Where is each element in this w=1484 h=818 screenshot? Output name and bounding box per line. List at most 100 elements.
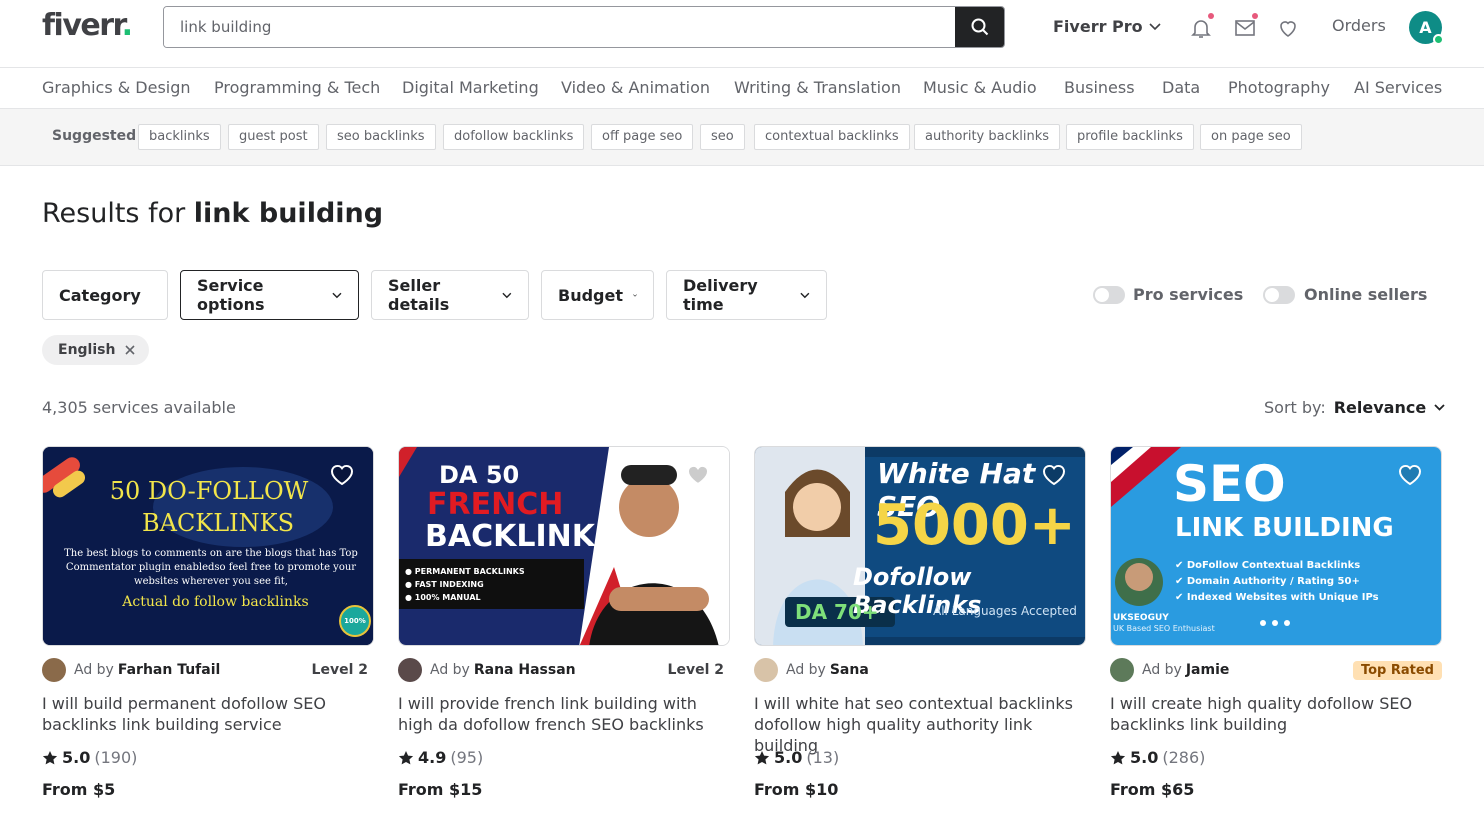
category-programming-tech[interactable]: Programming & Tech [214,78,380,97]
orders-link[interactable]: Orders [1332,16,1386,35]
rating-value: 5.0 [774,748,803,767]
thumb-bullet: ● 100% MANUAL [405,593,481,602]
gig-thumbnail[interactable]: 50 DO-FOLLOW BACKLINKS The best blogs to… [42,446,374,646]
gig-card[interactable]: 50 DO-FOLLOW BACKLINKS The best blogs to… [42,446,374,799]
seller-name[interactable]: Sana [830,662,869,678]
search-input[interactable] [164,7,956,47]
thumb-headline: 50 DO-FOLLOW [109,477,309,505]
ad-label: Ad by [786,662,826,678]
fiverr-pro-menu[interactable]: Fiverr Pro [1053,17,1161,36]
top-header: fiverr. Fiverr Pro Orders A [0,0,1484,68]
thumb-footer: Actual do follow backlinks [122,594,309,610]
user-avatar[interactable]: A [1409,11,1444,45]
suggested-chip[interactable]: backlinks [138,124,221,150]
close-icon[interactable] [125,345,136,355]
chevron-down-icon [502,292,512,298]
seller-row: Ad by Farhan Tufail Level 2 [42,658,374,682]
messages-button[interactable] [1233,13,1258,40]
seller-level-badge: Level 2 [311,662,368,678]
suggested-chip[interactable]: contextual backlinks [754,124,910,150]
active-filter-label: English [58,342,116,358]
fiverr-pro-label: Fiverr Pro [1053,17,1143,36]
heart-icon[interactable] [685,463,711,487]
gig-card[interactable]: SEO LINK BUILDING ✔ DoFollow Contextual … [1110,446,1442,799]
ad-label: Ad by [74,662,114,678]
gig-thumbnail[interactable]: SEO LINK BUILDING ✔ DoFollow Contextual … [1110,446,1442,646]
filter-seller-details[interactable]: Seller details [371,270,529,320]
thumb-headline: DA 50 [439,461,520,489]
online-sellers-toggle[interactable] [1263,286,1295,304]
seller-avatar[interactable] [754,658,778,682]
category-ai-services[interactable]: AI Services [1354,78,1442,97]
sort-value: Relevance [1333,398,1427,417]
gig-thumbnail[interactable]: DA 50 FRENCH BACKLINKS ● PERMANENT BACKL… [398,446,730,646]
notifications-button[interactable] [1189,13,1214,40]
seller-name[interactable]: Jamie [1186,662,1230,678]
gig-title[interactable]: I will white hat seo contextual backlink… [754,693,1086,756]
suggested-chip[interactable]: profile backlinks [1066,124,1194,150]
suggested-chip[interactable]: guest post [228,124,319,150]
gig-rating: 5.0 (286) [1110,748,1205,767]
gig-title[interactable]: I will build permanent dofollow SEO back… [42,693,374,735]
thumb-headline: SEO [1173,455,1286,513]
category-digital-marketing[interactable]: Digital Marketing [402,78,539,97]
seller-avatar[interactable] [42,658,66,682]
heart-icon[interactable] [1041,463,1067,487]
gig-thumbnail[interactable]: White Hat SEO 5000+ Dofollow Backlinks D… [754,446,1086,646]
seller-avatar[interactable] [1110,658,1134,682]
search-button[interactable] [955,7,1004,47]
fiverr-logo[interactable]: fiverr. [42,8,133,43]
heart-icon[interactable] [1397,463,1423,487]
sort-dropdown[interactable]: Sort by: Relevance [1264,398,1445,417]
category-video-animation[interactable]: Video & Animation [561,78,710,97]
gig-price: From $5 [42,780,116,799]
filter-label: Service options [197,276,265,314]
results-query: link building [193,198,384,229]
seller-name[interactable]: Rana Hassan [474,662,576,678]
category-writing-translation[interactable]: Writing & Translation [734,78,901,97]
gig-price: From $15 [398,780,483,799]
review-count: (13) [806,748,840,767]
seller-name[interactable]: Farhan Tufail [118,662,220,678]
suggested-chip[interactable]: authority backlinks [914,124,1061,150]
thumb-bullet: ✔ DoFollow Contextual Backlinks [1175,560,1361,571]
seller-avatar[interactable] [398,658,422,682]
review-count: (95) [450,748,484,767]
bell-icon [1191,20,1211,38]
gig-title[interactable]: I will provide french link building with… [398,693,730,735]
suggested-chip[interactable]: seo [700,124,745,150]
chevron-down-icon [1149,22,1161,30]
favorites-button[interactable] [1276,16,1300,40]
gig-card[interactable]: DA 50 FRENCH BACKLINKS ● PERMANENT BACKL… [398,446,730,799]
suggested-chip[interactable]: seo backlinks [326,124,436,150]
thumb-languages: All Languages Accepted [933,604,1077,618]
star-icon [42,750,58,764]
gig-card[interactable]: White Hat SEO 5000+ Dofollow Backlinks D… [754,446,1086,799]
suggested-chip[interactable]: off page seo [591,124,694,150]
pro-services-toggle[interactable] [1093,286,1125,304]
filter-budget[interactable]: Budget [541,270,654,320]
category-business[interactable]: Business [1064,78,1135,97]
category-nav: Graphics & Design Programming & Tech Dig… [0,68,1484,109]
gig-rating: 5.0 (13) [754,748,839,767]
suggested-chip[interactable]: on page seo [1200,124,1302,150]
thumb-headline-3: BACKLINKS [425,519,617,554]
thumb-bullet: ● FAST INDEXING [405,580,484,589]
category-graphics-design[interactable]: Graphics & Design [42,78,191,97]
thumb-bullet: ● PERMANENT BACKLINKS [405,567,525,576]
category-photography[interactable]: Photography [1228,78,1330,97]
suggested-chip[interactable]: dofollow backlinks [443,124,585,150]
thumb-bullets: ● PERMANENT BACKLINKS ● FAST INDEXING ● … [405,565,525,604]
filter-category[interactable]: Category [42,270,168,320]
heart-icon[interactable] [329,463,355,487]
category-data[interactable]: Data [1162,78,1200,97]
filter-label: Budget [558,285,623,305]
thumb-da-badge: DA 70+ [795,600,879,624]
category-music-audio[interactable]: Music & Audio [923,78,1037,97]
chevron-down-icon [800,292,810,298]
thumb-bullet: ✔ Domain Authority / Rating 50+ [1175,576,1360,587]
gig-title[interactable]: I will create high quality dofollow SEO … [1110,693,1442,735]
filter-delivery-time[interactable]: Delivery time [666,270,827,320]
filter-label: Category [59,285,141,305]
filter-service-options[interactable]: Service options [180,270,359,320]
